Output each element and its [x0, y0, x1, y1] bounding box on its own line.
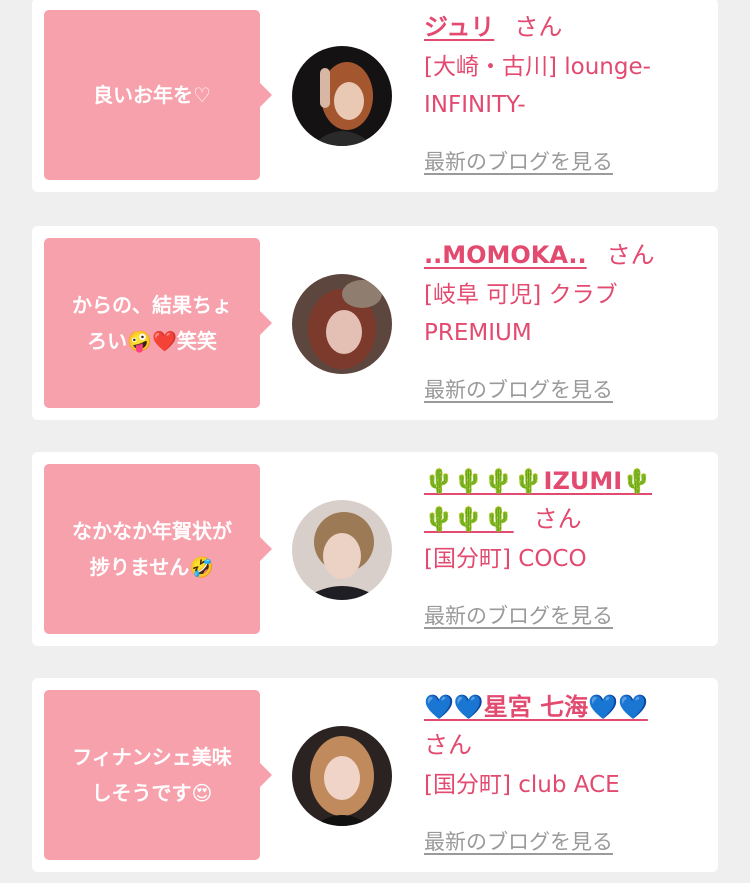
host-name-line: ..MOMOKA.. さん	[424, 236, 694, 274]
honorific-line: さん	[424, 726, 694, 764]
honorific: さん	[514, 13, 563, 41]
host-name-link[interactable]: ..MOMOKA..	[424, 241, 587, 269]
host-info: ..MOMOKA.. さん [岐阜 可児] クラブ PREMIUM	[424, 236, 694, 352]
message-bubble: なかなか年賀状が 捗りません🤣	[44, 464, 272, 634]
message-bubble: 良いお年を♡	[44, 10, 272, 180]
honorific: さん	[424, 731, 472, 759]
avatar[interactable]	[292, 274, 392, 374]
latest-blog-link[interactable]: 最新のブログを見る	[424, 600, 613, 630]
honorific: さん	[533, 505, 582, 533]
host-info: 💙💙星宮 七海💙💙 さん [国分町] club ACE	[424, 688, 694, 804]
message-bubble: からの、結果ちょ ろい🤪❤️笑笑	[44, 238, 272, 408]
blog-card: 良いお年を♡ ジュリ さん [大崎・古川] lounge- INFINITY- 最…	[32, 0, 718, 192]
host-info: ジュリ さん [大崎・古川] lounge- INFINITY-	[424, 8, 694, 124]
shop-info: [大崎・古川] lounge- INFINITY-	[424, 54, 651, 118]
avatar-photo	[292, 726, 392, 826]
message-text: なかなか年賀状が 捗りません🤣	[72, 519, 232, 579]
avatar[interactable]	[292, 46, 392, 146]
shop-info: [岐阜 可児] クラブ PREMIUM	[424, 282, 618, 346]
message-text: 良いお年を♡	[93, 83, 211, 107]
honorific: さん	[606, 241, 655, 269]
blog-feed: 良いお年を♡ ジュリ さん [大崎・古川] lounge- INFINITY- 最…	[0, 0, 750, 883]
latest-blog-link[interactable]: 最新のブログを見る	[424, 146, 613, 176]
blog-card: からの、結果ちょ ろい🤪❤️笑笑 ..MOMOKA.. さん [岐阜 可児] クラ…	[32, 226, 718, 420]
latest-blog-link[interactable]: 最新のブログを見る	[424, 374, 613, 404]
avatar[interactable]	[292, 500, 392, 600]
host-name-line: 💙💙星宮 七海💙💙	[424, 688, 694, 726]
avatar-photo	[292, 46, 392, 146]
avatar-photo	[292, 500, 392, 600]
shop-info: [国分町] COCO	[424, 546, 587, 572]
message-text: からの、結果ちょ ろい🤪❤️笑笑	[72, 293, 232, 353]
host-name-line: 🌵🌵🌵🌵IZUMI🌵 🌵🌵🌵 さん	[424, 462, 694, 538]
message-text: フィナンシェ美味 しそうです😍	[72, 745, 232, 805]
host-info: 🌵🌵🌵🌵IZUMI🌵 🌵🌵🌵 さん [国分町] COCO	[424, 462, 694, 578]
blog-card: なかなか年賀状が 捗りません🤣 🌵🌵🌵🌵IZUMI🌵 🌵🌵🌵 さん [国分町] C…	[32, 452, 718, 646]
avatar-photo	[292, 274, 392, 374]
avatar[interactable]	[292, 726, 392, 826]
shop-info: [国分町] club ACE	[424, 772, 620, 798]
host-name-link[interactable]: 💙💙星宮 七海💙💙	[424, 693, 648, 721]
host-name-line: ジュリ さん	[424, 8, 694, 46]
blog-card: フィナンシェ美味 しそうです😍 💙💙星宮 七海💙💙 さん [国分町] club …	[32, 678, 718, 872]
message-bubble: フィナンシェ美味 しそうです😍	[44, 690, 272, 860]
host-name-link[interactable]: ジュリ	[424, 13, 494, 41]
latest-blog-link[interactable]: 最新のブログを見る	[424, 826, 613, 856]
